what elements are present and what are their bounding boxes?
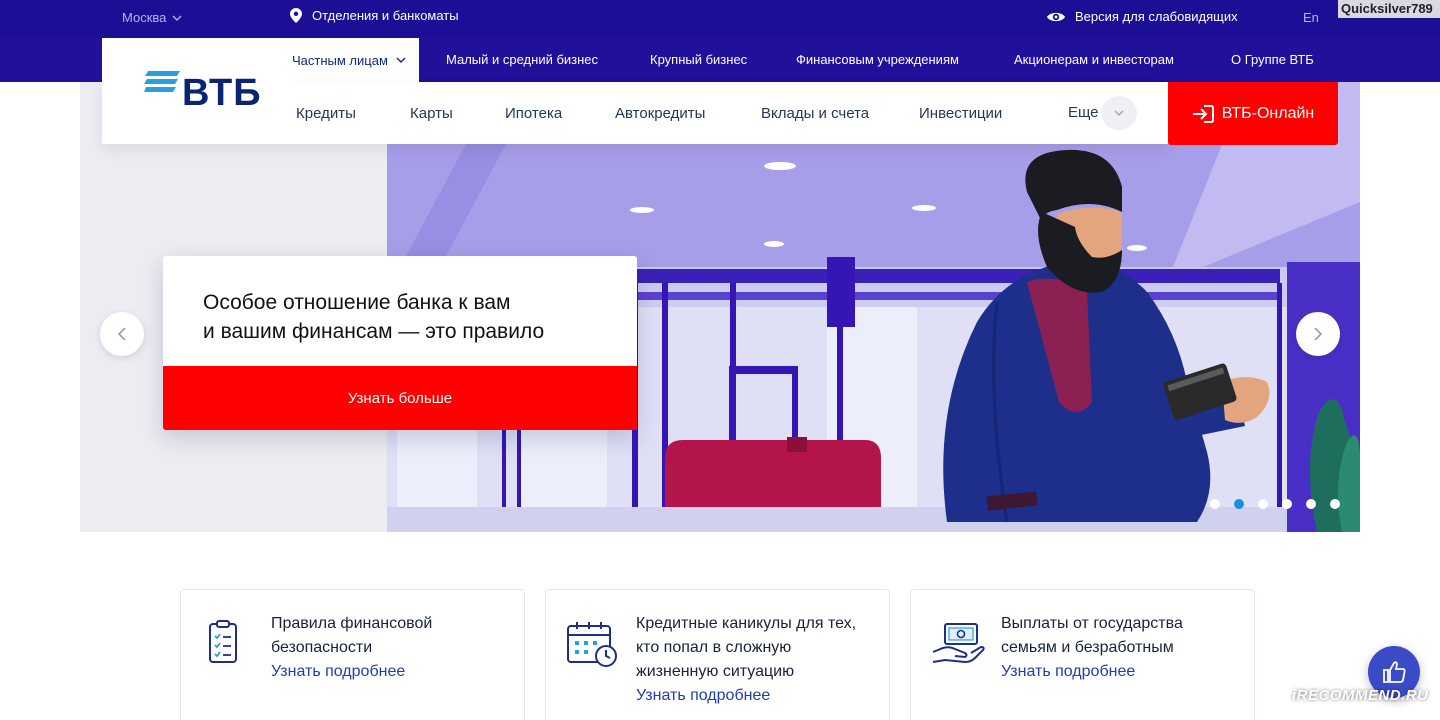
branches-link[interactable]: Отделения и банкоматы (290, 8, 459, 23)
eye-icon (1047, 12, 1065, 21)
card-title: Кредитные каникулы для тех, кто попал в … (636, 615, 857, 680)
carousel-dots (1210, 499, 1340, 509)
carousel-next-button[interactable] (1296, 312, 1340, 356)
chevron-right-icon (1314, 327, 1322, 341)
nav-item-credits[interactable]: Кредиты (296, 105, 356, 122)
carousel-dot[interactable] (1258, 499, 1268, 509)
map-pin-icon (290, 8, 302, 23)
card-link[interactable]: Узнать подробнее (271, 660, 511, 684)
carousel-dot[interactable] (1234, 499, 1244, 509)
hero-title-line1: Особое отношение банка к вам (203, 291, 511, 314)
accessibility-label: Версия для слабовидящих (1075, 9, 1238, 24)
logo[interactable]: ВТБ (102, 38, 292, 144)
segment-tab-sme[interactable]: Малый и средний бизнес (446, 52, 598, 67)
carousel-dot[interactable] (1330, 499, 1340, 509)
card-link[interactable]: Узнать подробнее (1001, 660, 1241, 684)
nav-item-cards[interactable]: Карты (410, 105, 453, 122)
carousel-dot[interactable] (1282, 499, 1292, 509)
money-hand-icon (932, 623, 985, 664)
brand-name: ВТБ (182, 72, 262, 114)
nav-item-investments[interactable]: Инвестиции (919, 105, 1002, 122)
nav-more-label[interactable]: Еще (1068, 104, 1099, 121)
language-switch[interactable]: En (1303, 10, 1319, 25)
card-title: Выплаты от государства семьям и безработ… (1001, 615, 1183, 656)
hero-title-line2: и вашим финансам — это правило (203, 320, 545, 343)
segment-tab-about[interactable]: О Группе ВТБ (1231, 52, 1314, 67)
card-title: Правила финансовой безопасности (271, 615, 433, 656)
vtb-online-button[interactable]: ВТБ-Онлайн (1168, 82, 1338, 145)
accessibility-link[interactable]: Версия для слабовидящих (1046, 9, 1238, 24)
card-text: Выплаты от государства семьям и безработ… (1001, 612, 1241, 684)
info-card-payments[interactable]: Выплаты от государства семьям и безработ… (910, 589, 1255, 720)
info-card-credit-holidays[interactable]: Кредитные каникулы для тех, кто попал в … (545, 589, 890, 720)
segment-tab-corporate[interactable]: Крупный бизнес (650, 52, 747, 67)
top-utility-bar: Москва Отделения и банкоматы Версия для … (0, 0, 1440, 38)
nav-item-autocredit[interactable]: Автокредиты (615, 105, 705, 122)
nav-item-deposits[interactable]: Вклады и счета (761, 105, 869, 122)
segment-tab-financial[interactable]: Финансовым учреждениям (796, 52, 959, 67)
vtb-logo-icon (144, 71, 180, 92)
chevron-down-icon (172, 15, 182, 21)
user-watermark: Quicksilver789 (1338, 0, 1440, 18)
vtb-online-label: ВТБ-Онлайн (1221, 104, 1315, 122)
hero-title: Особое отношение банка к вам и вашим фин… (203, 288, 603, 346)
carousel-dot[interactable] (1210, 499, 1220, 509)
learn-more-button[interactable]: Узнать больше (163, 366, 637, 430)
hero-promo-card: Особое отношение банка к вам и вашим фин… (163, 256, 637, 430)
login-icon (1192, 104, 1214, 123)
chevron-down-icon (1114, 110, 1124, 116)
calendar-clock-icon (567, 622, 617, 667)
card-text: Правила финансовой безопасности Узнать п… (271, 612, 511, 684)
carousel-prev-button[interactable] (100, 312, 144, 356)
chevron-down-icon (396, 57, 406, 63)
thumbs-up-icon (1383, 661, 1406, 683)
branches-label: Отделения и банкоматы (312, 8, 459, 23)
city-selector[interactable]: Москва (122, 10, 182, 25)
site-watermark: iRECOMMEND.RU (1292, 687, 1429, 704)
chevron-left-icon (118, 327, 126, 341)
card-text: Кредитные каникулы для тех, кто попал в … (636, 612, 876, 708)
card-link[interactable]: Узнать подробнее (636, 684, 876, 708)
carousel-dot[interactable] (1306, 499, 1316, 509)
nav-more-button[interactable] (1101, 96, 1137, 130)
city-label: Москва (122, 10, 167, 25)
segment-tab-investors[interactable]: Акционерам и инвесторам (1014, 52, 1174, 67)
checklist-icon (209, 620, 237, 663)
nav-item-mortgage[interactable]: Ипотека (505, 105, 562, 122)
segment-label: Частным лицам (292, 53, 388, 68)
info-card-security[interactable]: Правила финансовой безопасности Узнать п… (180, 589, 525, 720)
